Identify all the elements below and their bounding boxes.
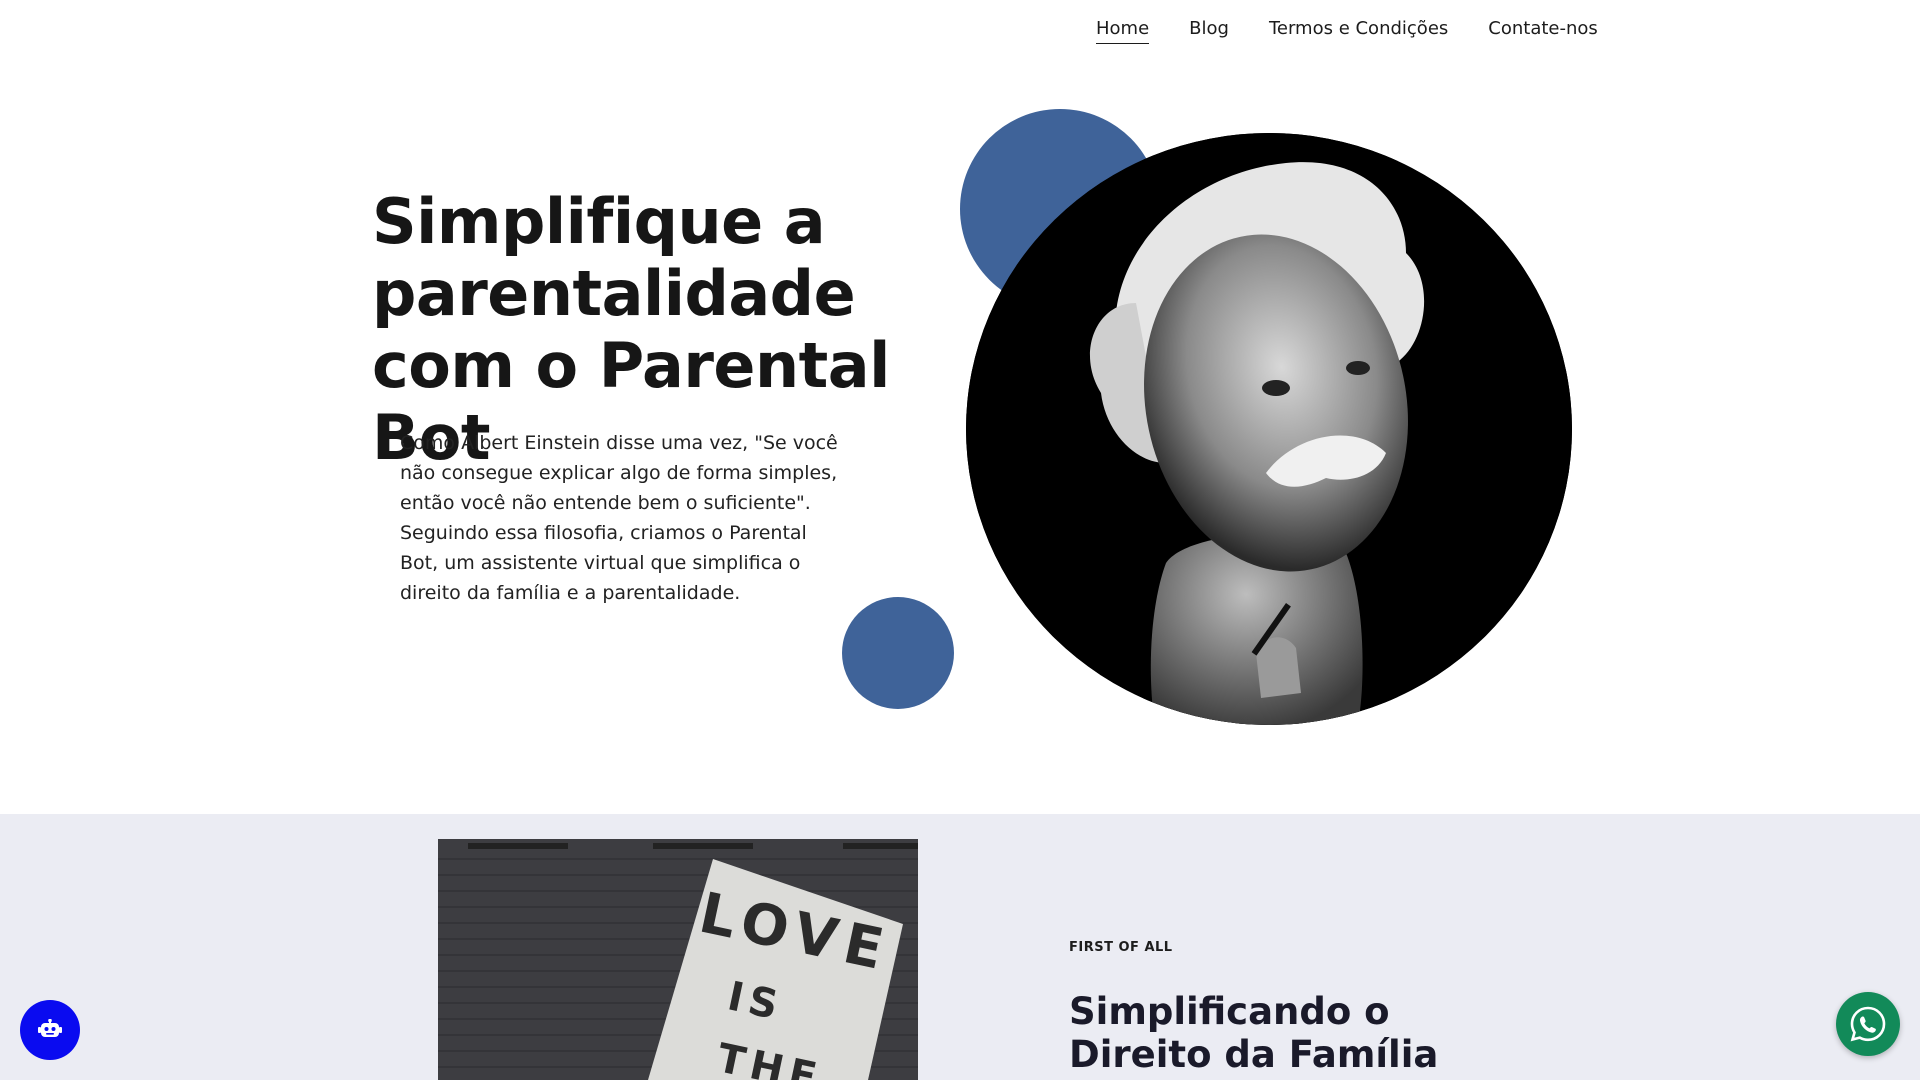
love-sign-image: LOVE IS THE xyxy=(438,839,918,1080)
robot-icon xyxy=(38,1019,62,1037)
whatsapp-icon xyxy=(1850,1006,1886,1042)
nav-home[interactable]: Home xyxy=(1096,18,1150,44)
decorative-circle-small xyxy=(842,597,954,709)
hero-portrait-image xyxy=(966,133,1572,725)
main-nav: Home Blog Termos e Condições Contate-nos xyxy=(1096,18,1598,44)
features-section xyxy=(0,814,1920,1080)
hero-description: Como Albert Einstein disse uma vez, "Se … xyxy=(400,432,838,604)
section-eyebrow: FIRST OF ALL xyxy=(1069,940,1173,955)
nav-blog[interactable]: Blog xyxy=(1189,18,1229,44)
nav-terms[interactable]: Termos e Condições xyxy=(1269,18,1448,44)
chatbot-button[interactable] xyxy=(20,1000,80,1060)
nav-contact[interactable]: Contate-nos xyxy=(1488,18,1598,44)
section-title: Simplificando o Direito da Família xyxy=(1069,990,1439,1076)
whatsapp-button[interactable] xyxy=(1836,992,1900,1056)
